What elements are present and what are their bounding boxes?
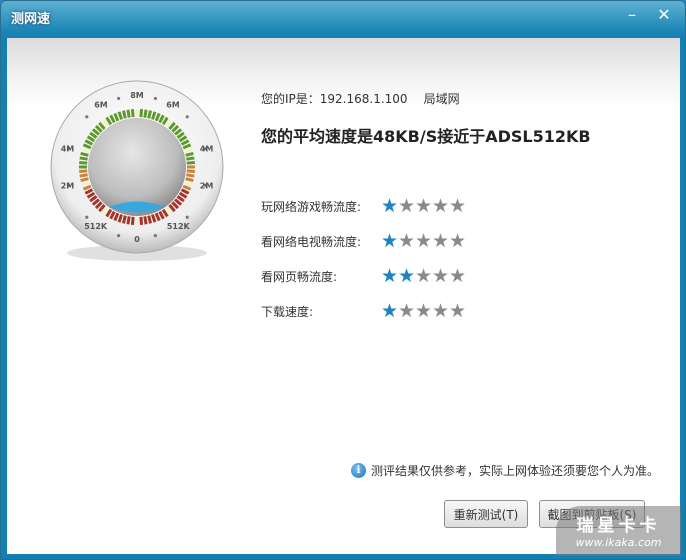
star-rating: ★ ★ ★ ★ ★ [381,230,467,252]
gauge-label: 2M [200,182,214,191]
star-rating: ★ ★ ★ ★ ★ [381,265,467,287]
rating-label: 下载速度: [261,304,314,319]
gauge-tick [122,215,127,224]
star-filled-icon: ★ [381,230,399,252]
gauge-dot [117,233,121,238]
watermark-logo: 瑞星卡卡 www.ikaka.com [556,506,681,556]
gauge-label: 4M [61,144,75,153]
client-area: 8M 0 6M 4M 2M 512K 6M 4M 2M 512K 您的IP是：192.168.1.… [7,38,680,554]
gauge-label: 512K [84,222,108,231]
star-empty-icon: ★ [432,300,450,322]
gauge-dot [85,215,89,219]
ip-info: 您的IP是：192.168.1.100 局域网 [261,90,476,107]
gauge-tick [185,177,194,182]
gauge-tick [80,152,89,157]
close-icon: ✕ [657,5,671,24]
minimize-button[interactable]: – [619,3,645,27]
gauge-tick [139,109,144,118]
star-empty-icon: ★ [449,230,467,252]
gauge-tick [130,109,135,118]
gauge-tick [80,177,89,182]
star-empty-icon: ★ [398,230,416,252]
gauge-dot [117,96,121,101]
gauge-label: 4M [200,144,214,153]
star-empty-icon: ★ [449,265,467,287]
gauge-tick [79,173,88,178]
average-speed: 您的平均速度是48KB/S接近于ADSL512KB [261,127,591,146]
rating-label: 看网页畅流度: [261,269,338,284]
gauge-tick [143,109,148,118]
gauge-label: 6M [94,101,108,110]
star-empty-icon: ★ [449,195,467,217]
gauge-tick [79,156,88,161]
rating-row: 玩网络游戏畅流度: ★ ★ ★ ★ ★ [261,196,466,216]
gauge-label: 6M [166,101,180,110]
gauge-dot [185,115,189,119]
gauge-tick [130,216,135,225]
gauge-dot [153,233,157,238]
window-title: 测网速 [11,12,51,27]
network-type: 局域网 [423,92,460,106]
gauge-label: 512K [167,222,191,231]
rating-row: 看网页畅流度: ★ ★ ★ ★ ★ [261,266,466,286]
gauge-dot [185,215,189,219]
disclaimer: i 测评结果仅供参考，实际上网体验还须要您个人为准。 [351,462,659,479]
star-rating: ★ ★ ★ ★ ★ [381,195,467,217]
gauge-tick [126,216,131,225]
gauge-tick [147,110,152,119]
star-empty-icon: ★ [415,300,433,322]
gauge-tick [139,216,144,225]
gauge-tick [186,169,195,174]
gauge-tick [186,160,195,165]
star-empty-icon: ★ [398,195,416,217]
gauge-label: 2M [61,182,75,191]
rating-label: 玩网络游戏畅流度: [261,199,362,214]
close-button[interactable]: ✕ [651,3,677,27]
star-empty-icon: ★ [449,300,467,322]
gauge-tick [79,160,88,165]
gauge-dot [85,115,89,119]
info-icon: i [351,463,366,478]
gauge-tick [147,215,152,224]
gauge-tick [185,152,194,157]
star-filled-icon: ★ [398,265,416,287]
star-empty-icon: ★ [415,265,433,287]
star-empty-icon: ★ [432,230,450,252]
star-filled-icon: ★ [381,265,399,287]
gauge-tick [79,169,88,174]
speed-gauge: 8M 0 6M 4M 2M 512K 6M 4M 2M 512K [50,80,224,261]
star-empty-icon: ★ [432,265,450,287]
gauge-tick [186,156,195,161]
retest-button[interactable]: 重新测试(T) [444,500,528,528]
rating-row: 看网络电视畅流度: ★ ★ ★ ★ ★ [261,231,466,251]
disclaimer-text: 测评结果仅供参考，实际上网体验还须要您个人为准。 [371,464,660,478]
window: 测网速 – ✕ 8M 0 6M 4M 2M 512K 6M 4M 2M 512K 您的IP是：19… [0,0,686,560]
gauge-tick [126,109,131,118]
star-empty-icon: ★ [432,195,450,217]
ip-address: 您的IP是：192.168.1.100 [261,92,408,106]
rating-label: 看网络电视畅流度: [261,234,362,249]
gauge-tick [186,173,195,178]
gauge-glass [88,118,186,216]
rating-row: 下载速度: ★ ★ ★ ★ ★ [261,301,466,321]
star-empty-icon: ★ [415,230,433,252]
gauge-tick [122,110,127,119]
star-empty-icon: ★ [415,195,433,217]
gauge-tick [143,216,148,225]
star-empty-icon: ★ [398,300,416,322]
gauge-label: 8M [130,91,144,100]
star-rating: ★ ★ ★ ★ ★ [381,300,467,322]
star-filled-icon: ★ [381,195,399,217]
gauge-dot [153,96,157,101]
star-filled-icon: ★ [381,300,399,322]
minimize-icon: – [628,5,636,24]
gauge-label: 0 [134,235,140,244]
